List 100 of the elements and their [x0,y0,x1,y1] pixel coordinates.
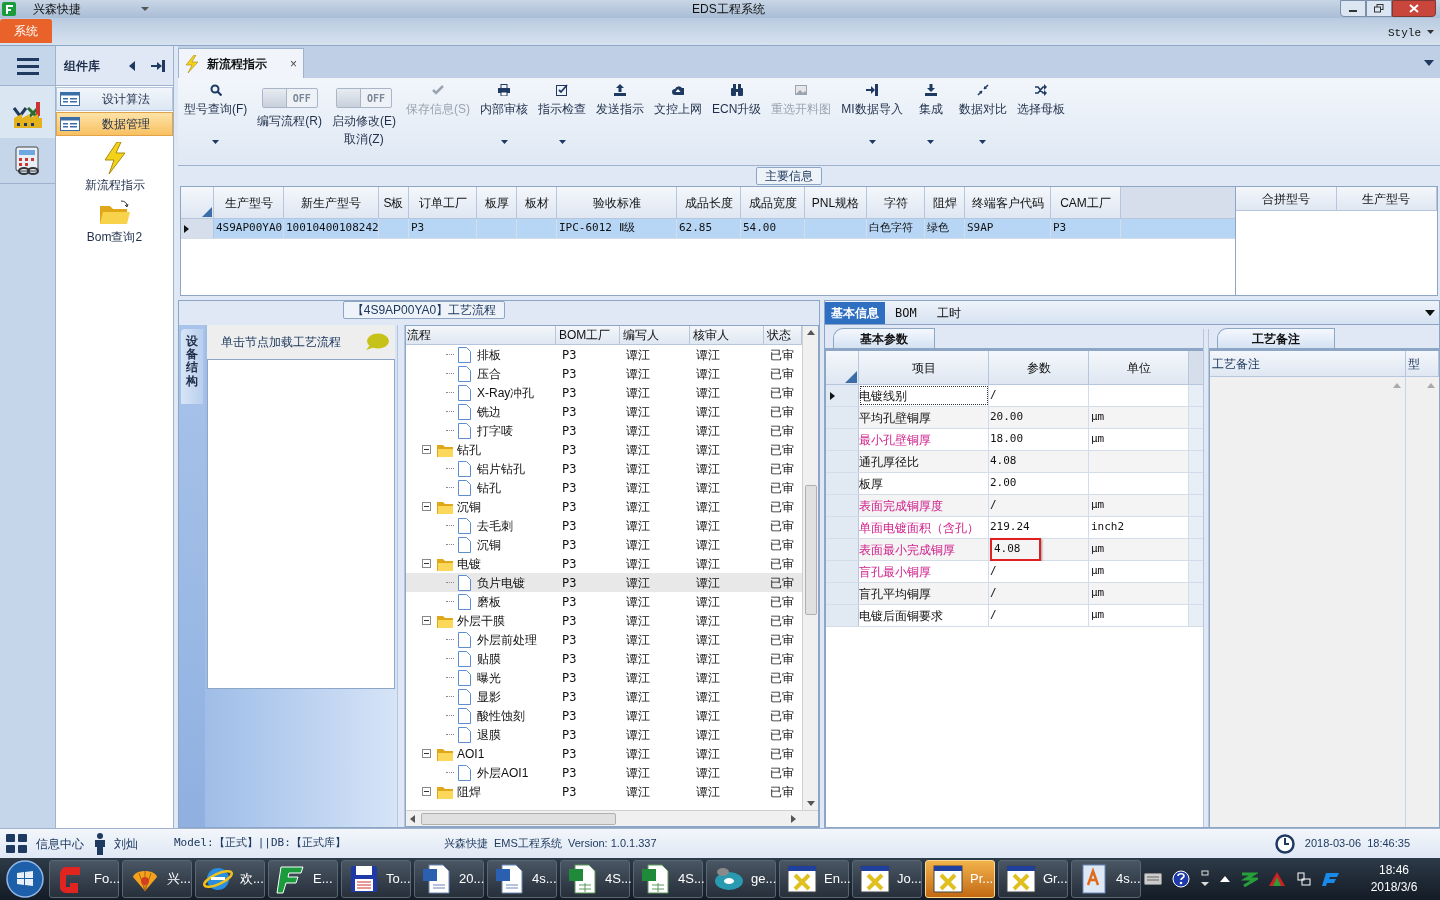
tree-node-label[interactable]: 铣边 [477,402,501,421]
tree-node-label[interactable]: X-Ray冲孔 [477,383,535,402]
column-header[interactable]: 阻焊 [925,187,965,218]
panel-tab[interactable]: 基本信息 [825,302,885,324]
tree-node-label[interactable]: 去毛刺 [477,516,513,535]
column-header[interactable]: 编写人 [620,326,690,344]
tree-node-label[interactable]: 钻孔 [477,478,501,497]
tree-node-label[interactable]: 钻孔 [457,440,481,459]
caret-icon[interactable] [1424,60,1434,66]
column-header[interactable]: 工艺备注 [1210,351,1406,376]
column-header[interactable]: 终端客户代码 [965,187,1051,218]
scroll-thumb[interactable] [804,485,817,615]
column-header[interactable]: 新生产型号 [284,187,379,218]
collapse-icon[interactable] [422,445,431,454]
toolbar-button[interactable]: 数据对比 [954,82,1011,144]
tree-row[interactable]: 沉铜 P3 谭江 谭江 已审 [406,535,802,554]
collapse-icon[interactable] [422,559,431,568]
taskbar-button[interactable]: 兴... [122,860,192,898]
help-icon[interactable] [1172,870,1190,888]
column-header[interactable]: 型 [1406,351,1439,376]
tree-node-label[interactable]: 阻焊 [457,782,481,801]
tree-node-label[interactable]: 沉铜 [477,535,501,554]
tree-row[interactable]: 铝片钻孔 P3 谭江 谭江 已审 [406,459,802,478]
collapse-icon[interactable] [422,616,431,625]
style-dropdown[interactable]: Style [1388,24,1434,41]
column-header[interactable]: 流程 [406,326,556,344]
tree-row[interactable]: 电镀 P3 谭江 谭江 已审 [406,554,802,573]
tree-node-label[interactable]: 显影 [477,687,501,706]
table-row[interactable]: 最小孔壁铜厚 18.00 μm [826,429,1203,451]
tree-node-label[interactable]: 电镀 [457,554,481,573]
tree-row[interactable]: 去毛刺 P3 谭江 谭江 已审 [406,516,802,535]
taskbar-button[interactable]: E... [268,860,338,898]
taskbar-button[interactable]: 4S... [633,860,703,898]
caret-up-icon[interactable] [1220,876,1230,882]
collapse-icon[interactable] [422,749,431,758]
table-row[interactable]: 单面电镀面积（含孔） 219.24 inch2 [826,517,1203,539]
toolbar-button[interactable]: 指示检查 [534,82,590,144]
tree-row[interactable]: 排板 P3 谭江 谭江 已审 [406,345,802,364]
tree-node-label[interactable]: 铝片钻孔 [477,459,525,478]
tree-row[interactable]: 外层干膜 P3 谭江 谭江 已审 [406,611,802,630]
tree-row[interactable]: 沉铜 P3 谭江 谭江 已审 [406,497,802,516]
collapse-button[interactable] [129,60,135,71]
column-header[interactable]: 核审人 [690,326,764,344]
taskbar-button[interactable]: En... [779,860,849,898]
tree-node-label[interactable]: 打字唛 [477,421,513,440]
tool-button[interactable]: Bom查询2 [56,200,173,246]
tree-node-label[interactable]: 酸性蚀刻 [477,706,525,725]
panel-tab[interactable]: BOM [885,302,927,324]
column-header[interactable]: 生产型号 [214,187,284,218]
tree-row[interactable]: X-Ray冲孔 P3 谭江 谭江 已审 [406,383,802,402]
taskbar-button[interactable]: Jo... [852,860,922,898]
close-tab-button[interactable]: × [290,54,297,73]
tree-row[interactable]: 钻孔 P3 谭江 谭江 已审 [406,440,802,459]
panel-tab[interactable]: 工时 [926,302,971,324]
tool-button[interactable]: 新流程指示 [56,142,173,194]
tree-row[interactable]: 显影 P3 谭江 谭江 已审 [406,687,802,706]
minimize-button[interactable] [1340,0,1366,17]
document-tab[interactable]: 新流程指示 × [178,48,304,78]
column-header[interactable]: 参数 [989,351,1089,384]
tree-node-label[interactable]: 外层干膜 [457,611,505,630]
taskbar-button[interactable]: 20... [414,860,484,898]
table-row[interactable]: 4S9AP00YA0 10010400108242 P3 IPC-6012 Ⅱ级 62.85 54.00 白色字符 绿色 S9AP P3 [181,219,1235,239]
toolbar-button[interactable]: 发送指示 [592,82,648,118]
taskbar-button[interactable]: 4S... [560,860,630,898]
table-row[interactable]: 表面完成铜厚度 / μm [826,495,1203,517]
toolbar-button[interactable]: 选择母板 [1012,82,1069,118]
panel-item[interactable]: 数据管理 [56,112,173,136]
taskbar-button[interactable]: 4s... [1071,860,1141,898]
tree-row[interactable]: 阻焊 P3 谭江 谭江 已审 [406,782,802,801]
toolbar-button[interactable]: 内部审核 [476,82,532,144]
taskbar-button[interactable]: ge... [706,860,776,898]
tree-node-label[interactable]: AOI1 [457,744,485,763]
toolbar-button[interactable]: ECN升级 [708,82,766,118]
triangle-icon[interactable] [1268,871,1286,887]
column-header[interactable]: 板厚 [477,187,517,218]
toolbar-button[interactable]: MI数据导入 [837,82,907,144]
tree-node-label[interactable]: 退膜 [477,725,501,744]
tree-row[interactable]: 压合 P3 谭江 谭江 已审 [406,364,802,383]
column-header[interactable]: 验收标准 [557,187,677,218]
scroll-thumb[interactable] [421,812,616,825]
tree-node-label[interactable]: 贴膜 [477,649,501,668]
column-header[interactable]: S板 [379,187,409,218]
tree-row[interactable]: 退膜 P3 谭江 谭江 已审 [406,725,802,744]
table-row[interactable]: 表面最小完成铜厚 4.08 μm [826,539,1203,561]
table-row[interactable]: 通孔厚径比 4.08 [826,451,1203,473]
start-button[interactable] [4,859,46,899]
tree-node-label[interactable]: 沉铜 [457,497,481,516]
tree-node-label[interactable]: 磨板 [477,592,501,611]
tree-row[interactable]: 磨板 P3 谭江 谭江 已审 [406,592,802,611]
column-header[interactable]: BOM工厂 [556,326,620,344]
taskbar-button[interactable]: Fo... [49,860,119,898]
column-header[interactable]: 字符 [867,187,925,218]
column-header[interactable]: 订单工厂 [409,187,477,218]
vertical-scrollbar[interactable] [802,326,818,810]
tree-row[interactable]: 打字唛 P3 谭江 谭江 已审 [406,421,802,440]
taskbar-button[interactable]: 4s... [487,860,557,898]
sub-tab[interactable]: 基本参数 [833,328,935,348]
pin-button[interactable] [151,59,165,72]
column-header[interactable]: 生产型号 [1336,187,1437,210]
tree-node-label[interactable]: 压合 [477,364,501,383]
